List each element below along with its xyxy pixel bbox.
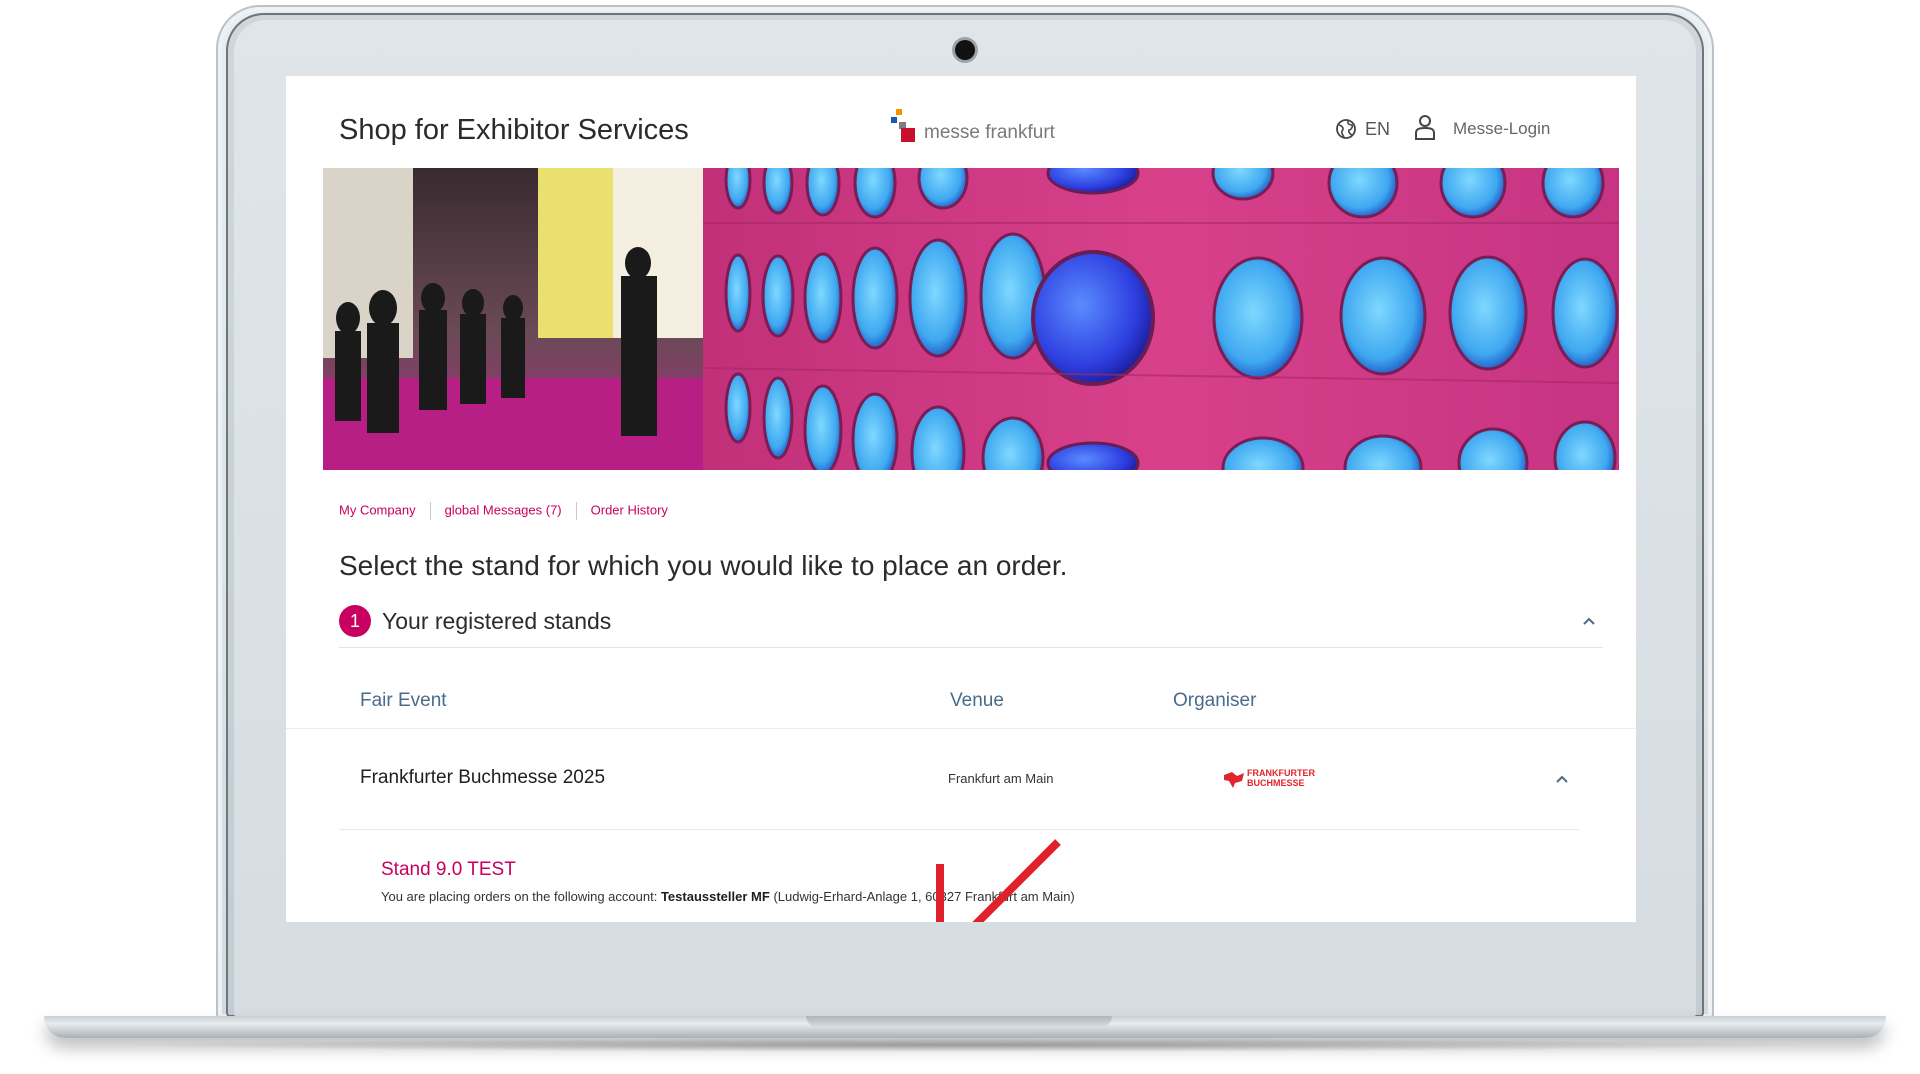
column-header-organiser: Organiser (1173, 690, 1257, 711)
user-icon[interactable] (1414, 114, 1436, 140)
book-icon (1224, 772, 1244, 788)
arrow-down-left-icon (936, 839, 1061, 922)
table-row[interactable]: Frankfurter Buchmesse 2025 Frankfurt am … (339, 729, 1579, 830)
organiser-logo: FRANKFURTER BUCHMESSE (1223, 767, 1333, 795)
step-label: Your registered stands (382, 608, 612, 634)
laptop-notch (806, 1016, 1112, 1027)
nav-link-global-messages[interactable]: global Messages (7) (445, 502, 562, 517)
browser-screen: Shop for Exhibitor Services messe frankf… (286, 76, 1636, 922)
laptop-shadow (120, 1038, 1810, 1052)
registered-stands-section-header[interactable]: 1 Your registered stands (339, 603, 1603, 648)
column-header-fair-event: Fair Event (360, 690, 447, 711)
account-prefix: You are placing orders on the following … (381, 889, 658, 904)
organiser-name-line2: BUCHMESSE (1247, 778, 1305, 788)
account-name: Testaussteller MF (660, 889, 770, 904)
camera-icon (955, 40, 975, 60)
nav-divider (575, 502, 577, 520)
messe-login-link[interactable]: Messe-Login (1453, 119, 1550, 139)
column-header-venue: Venue (950, 690, 1004, 711)
stands-table-header: Fair Event Venue Organiser (339, 672, 1579, 729)
page-title: Shop for Exhibitor Services (339, 114, 689, 146)
chevron-up-icon[interactable] (1554, 773, 1570, 785)
logo-mark-icon (891, 109, 915, 142)
stand-link[interactable]: Stand 9.0 TEST (381, 859, 516, 881)
hero-banner-image (323, 168, 1619, 470)
site-header: Shop for Exhibitor Services messe frankf… (286, 76, 1636, 168)
nav-link-order-history[interactable]: Order History (591, 502, 668, 517)
page-heading: Select the stand for which you would lik… (339, 550, 1068, 581)
sub-navigation: My Company global Messages (7) Order Histo… (339, 502, 668, 522)
nav-link-my-company[interactable]: My Company (339, 502, 416, 517)
organiser-name: FRANKFURTER BUCHMESSE (1247, 768, 1315, 788)
event-name: Frankfurter Buchmesse 2025 (360, 767, 606, 788)
step-number-badge: 1 (339, 605, 371, 637)
chevron-up-icon[interactable] (1581, 615, 1597, 627)
event-venue: Frankfurt am Main (948, 771, 1054, 786)
language-label: EN (1365, 119, 1391, 139)
organiser-name-line1: FRANKFURTER (1247, 768, 1315, 778)
logo-text: messe frankfurt (924, 122, 1055, 143)
globe-icon (1336, 119, 1356, 139)
nav-divider (429, 502, 431, 520)
